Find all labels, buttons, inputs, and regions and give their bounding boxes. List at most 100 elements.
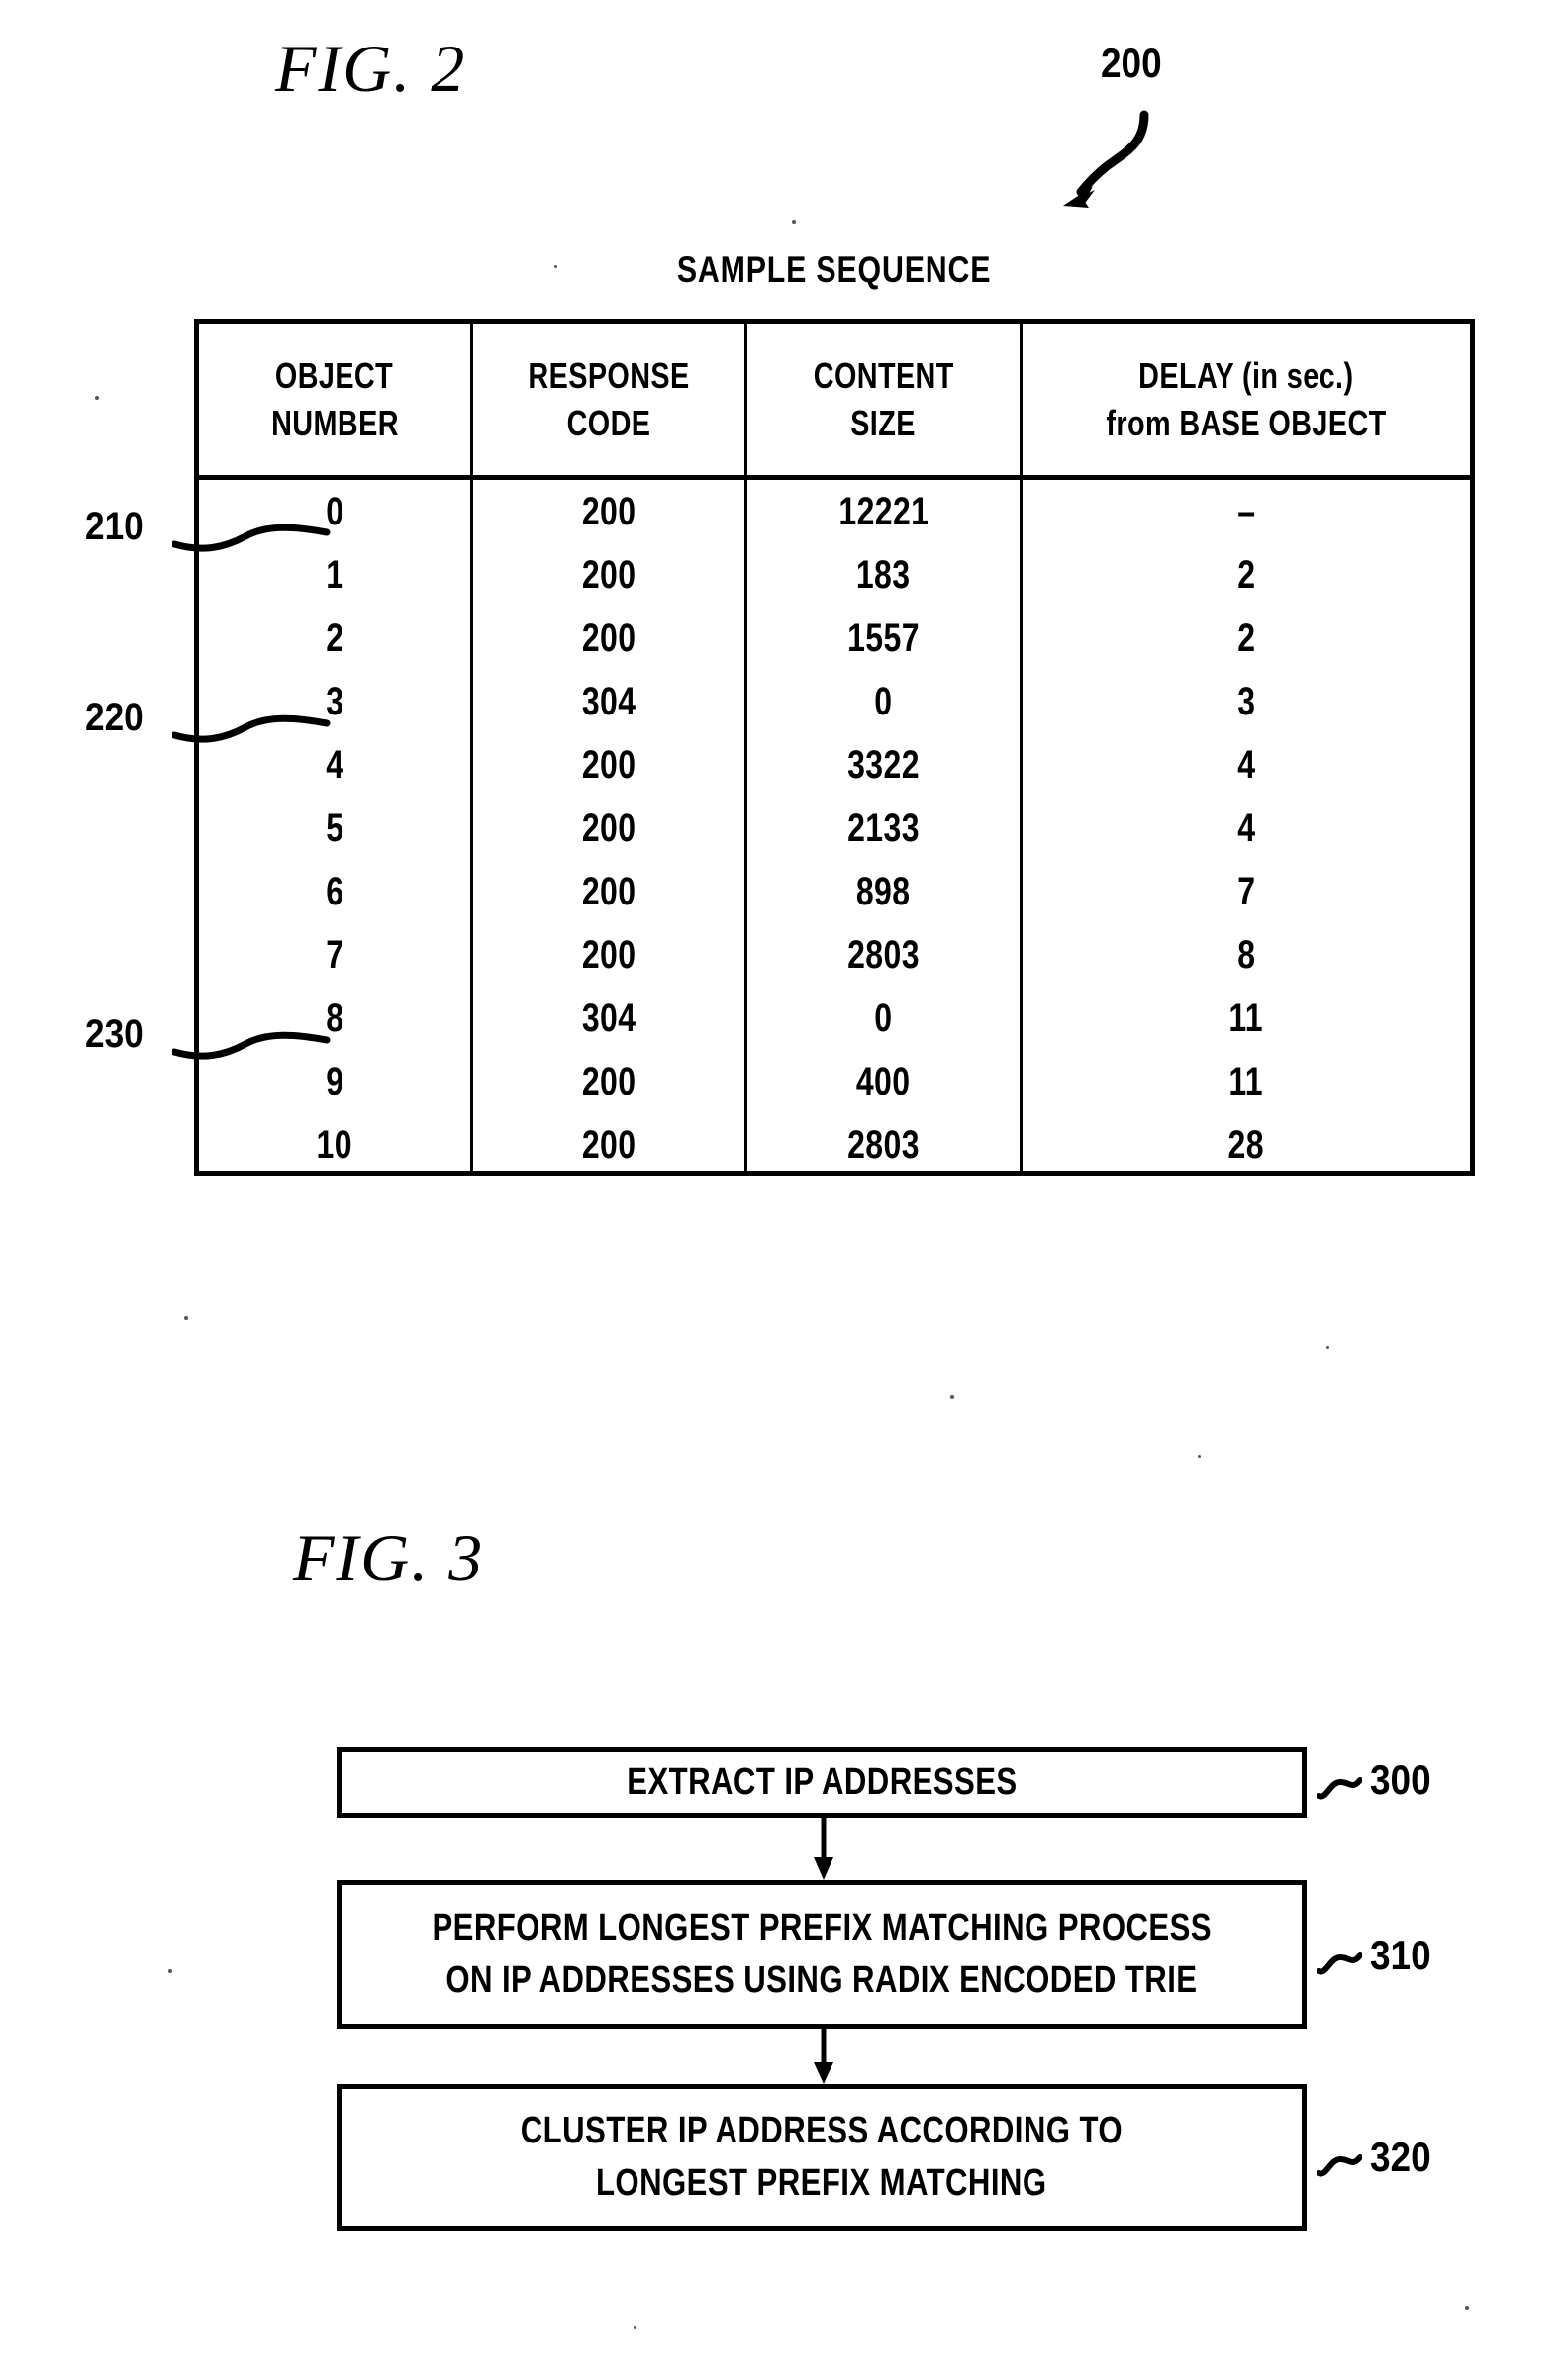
cell-delay: 8 (1023, 923, 1470, 987)
reference-numeral-300: 300 (1370, 1757, 1431, 1803)
cell-response-code-text: 200 (581, 743, 636, 787)
step-line-1: PERFORM LONGEST PREFIX MATCHING PROCESS (432, 1907, 1212, 1949)
cell-content-size: 400 (747, 1050, 1020, 1113)
cell-object-number: 2 (199, 607, 470, 670)
cell-delay: – (1023, 480, 1470, 543)
scan-speckle (792, 220, 796, 224)
cell-content-size-text: 898 (856, 870, 911, 913)
column-header-response-code: RESPONSE CODE (473, 324, 744, 475)
cell-delay-text: 11 (1228, 1060, 1264, 1103)
cell-content-size: 3322 (747, 733, 1020, 797)
column-header-object-number: OBJECT NUMBER (199, 324, 470, 475)
callout-210-leader-line (172, 524, 331, 552)
cell-response-code: 200 (473, 860, 744, 923)
cell-object-number-text: 6 (325, 870, 344, 913)
scan-speckle (554, 265, 557, 268)
flowchart-step-310: PERFORM LONGEST PREFIX MATCHING PROCESS … (337, 1880, 1307, 2029)
cell-delay-text: 28 (1227, 1123, 1265, 1167)
callout-300-leader-line (1317, 1777, 1362, 1800)
header-line-1: DELAY (in sec.) (1138, 354, 1354, 396)
cell-response-code-text: 200 (581, 490, 636, 533)
patent-figure-sheet: FIG. 2 200 SAMPLE SEQUENCE OBJECT NUMBER… (0, 0, 1565, 2380)
header-line-2: CODE (566, 402, 651, 443)
flow-connector-arrow-2 (814, 2029, 833, 2084)
cell-delay: 2 (1023, 607, 1470, 670)
table-row: 2 200 1557 2 (199, 607, 1470, 670)
cell-content-size: 2803 (747, 1113, 1020, 1177)
cell-delay-text: – (1236, 490, 1256, 533)
callout-310-leader-line (1317, 1952, 1362, 1975)
figure-3-title: FIG. 3 (293, 1520, 485, 1595)
cell-delay-text: 7 (1236, 870, 1256, 913)
cell-response-code-text: 200 (581, 617, 636, 660)
flowchart-step-300: EXTRACT IP ADDRESSES (337, 1747, 1307, 1818)
sample-sequence-table: OBJECT NUMBER RESPONSE CODE CONTENT SIZE… (194, 319, 1475, 1176)
cell-response-code: 304 (473, 670, 744, 733)
header-line-2: NUMBER (270, 402, 399, 443)
table-row: 10 200 2803 28 (199, 1113, 1470, 1177)
cell-delay: 2 (1023, 543, 1470, 607)
cell-delay-text: 2 (1236, 617, 1256, 660)
cell-response-code-text: 200 (581, 1123, 636, 1167)
scan-speckle (95, 396, 99, 400)
column-header-delay: DELAY (in sec.) from BASE OBJECT (1023, 324, 1470, 475)
cell-content-size: 898 (747, 860, 1020, 923)
cell-content-size: 183 (747, 543, 1020, 607)
cell-object-number: 5 (199, 797, 470, 860)
table-row: 1 200 183 2 (199, 543, 1470, 607)
step-line-2: LONGEST PREFIX MATCHING (596, 2162, 1047, 2204)
cell-object-number-text: 5 (325, 807, 344, 850)
cell-delay-text: 11 (1228, 997, 1264, 1040)
cell-object-number: 10 (199, 1113, 470, 1177)
reference-numeral-200: 200 (1101, 40, 1162, 86)
header-line-2: from BASE OBJECT (1106, 402, 1387, 443)
cell-object-number-text: 10 (316, 1123, 353, 1167)
cell-response-code: 200 (473, 480, 744, 543)
cell-response-code-text: 304 (581, 997, 636, 1040)
reference-numeral-220: 220 (85, 696, 144, 739)
column-header-content-size: CONTENT SIZE (747, 324, 1020, 475)
cell-content-size-text: 3322 (847, 743, 920, 787)
cell-content-size: 2803 (747, 923, 1020, 987)
cell-content-size: 0 (747, 987, 1020, 1050)
reference-numeral-210: 210 (85, 505, 144, 548)
table-caption-text: SAMPLE SEQUENCE (677, 249, 992, 290)
cell-object-number: 7 (199, 923, 470, 987)
cell-delay: 11 (1023, 1050, 1470, 1113)
cell-object-number-text: 7 (325, 933, 344, 977)
header-line-1: OBJECT (275, 354, 394, 396)
cell-content-size: 1557 (747, 607, 1020, 670)
cell-response-code-text: 200 (581, 807, 636, 850)
table-row: 7 200 2803 8 (199, 923, 1470, 987)
table-caption: SAMPLE SEQUENCE (194, 249, 1475, 291)
scan-speckle (1465, 2306, 1469, 2310)
flowchart-step-320: CLUSTER IP ADDRESS ACCORDING TO LONGEST … (337, 2084, 1307, 2231)
step-line-1: EXTRACT IP ADDRESSES (626, 1761, 1018, 1803)
table-header-row: OBJECT NUMBER RESPONSE CODE CONTENT SIZE… (199, 324, 1470, 475)
cell-delay-text: 8 (1236, 933, 1256, 977)
cell-content-size-text: 2133 (847, 807, 920, 850)
cell-delay: 3 (1023, 670, 1470, 733)
cell-response-code: 200 (473, 733, 744, 797)
scan-speckle (634, 2326, 636, 2329)
cell-object-number: 6 (199, 860, 470, 923)
cell-delay-text: 2 (1236, 553, 1256, 597)
cell-content-size-text: 1557 (847, 617, 920, 660)
header-line-1: RESPONSE (528, 354, 690, 396)
cell-content-size-text: 0 (874, 680, 893, 723)
cell-response-code-text: 304 (581, 680, 636, 723)
reference-numeral-310: 310 (1370, 1932, 1431, 1978)
header-line-1: CONTENT (813, 354, 954, 396)
table-body: 0 200 12221–1 200 183 2 2 200 1557 2 3 304 0 3 4 200 332… (199, 480, 1470, 1171)
cell-delay: 7 (1023, 860, 1470, 923)
cell-response-code-text: 200 (581, 553, 636, 597)
scan-speckle (184, 1316, 188, 1320)
callout-230-leader-line (172, 1031, 331, 1060)
cell-content-size-text: 183 (856, 553, 911, 597)
callout-220-leader-line (172, 714, 331, 743)
scan-speckle (950, 1395, 954, 1399)
reference-numeral-230: 230 (85, 1012, 144, 1056)
cell-object-number-text: 2 (325, 617, 344, 660)
table-row: 6 200 898 7 (199, 860, 1470, 923)
cell-response-code: 200 (473, 1050, 744, 1113)
